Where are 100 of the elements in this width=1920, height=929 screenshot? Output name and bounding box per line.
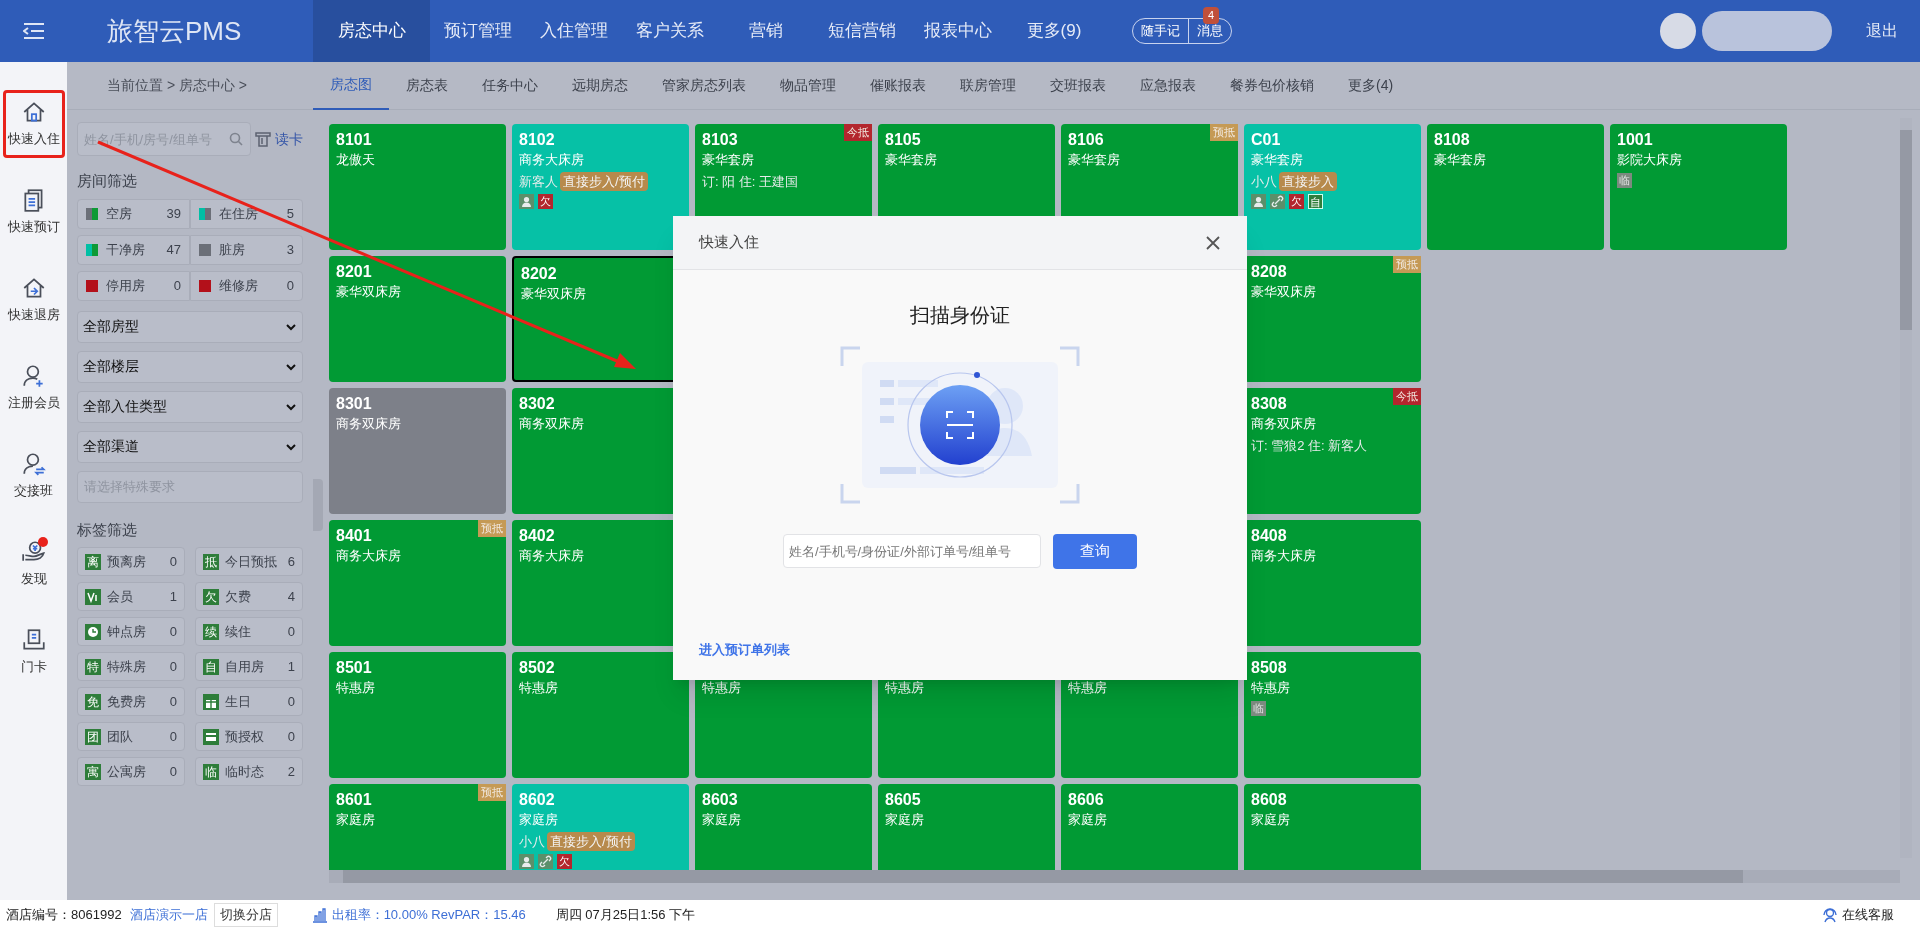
search-icon[interactable] — [229, 132, 243, 146]
side-rail-item[interactable]: 交接班 — [2, 442, 65, 510]
nav-tab[interactable]: 预订管理 — [430, 0, 526, 62]
online-support-link[interactable]: 在线客服 — [1842, 904, 1894, 925]
tag-filter[interactable]: 续 续住 0 — [195, 617, 303, 646]
dropdown[interactable]: 全部入住类型 — [77, 390, 303, 423]
side-rail-item[interactable]: 注册会员 — [2, 354, 65, 422]
filter-chip[interactable]: 空房 39 — [77, 198, 190, 229]
vertical-scrollbar[interactable] — [1900, 118, 1912, 858]
room-number: 8408 — [1251, 526, 1287, 546]
room-number: 8502 — [519, 658, 555, 678]
arrival-badge: 预抵 — [1210, 124, 1238, 141]
dropdown[interactable]: 全部房型 — [77, 310, 303, 343]
tag-glyph: 离 — [85, 553, 101, 570]
room-tile[interactable]: C01 豪华套房 小八 直接步入 欠 自 — [1244, 124, 1421, 250]
room-number: 8101 — [336, 130, 372, 150]
room-tile[interactable]: 8601 家庭房 预抵 — [329, 784, 506, 870]
room-number: 8102 — [519, 130, 555, 150]
nav-tab[interactable]: 报表中心 — [910, 0, 1006, 62]
tag-filter[interactable]: 生日 0 — [195, 687, 303, 716]
tag-filter[interactable]: 自 自用房 1 — [195, 652, 303, 681]
room-tile[interactable]: 8608 家庭房 — [1244, 784, 1421, 870]
room-tile[interactable]: 8102 商务大床房 新客人 直接步入/预付 欠 — [512, 124, 689, 250]
room-tile[interactable]: 1001 影院大床房 临 — [1610, 124, 1787, 250]
tag-filter[interactable]: 特 特殊房 0 — [77, 652, 185, 681]
sub-tab[interactable]: 交班报表 — [1033, 61, 1123, 110]
room-tile[interactable]: 8606 家庭房 — [1061, 784, 1238, 870]
room-tile[interactable]: 8201 豪华双床房 — [329, 256, 506, 382]
sub-tab[interactable]: 餐券包价核销 — [1213, 61, 1331, 110]
guest-name: 小八 — [1251, 172, 1277, 191]
horizontal-scrollbar[interactable] — [329, 870, 1900, 883]
room-type: 商务双床房 — [336, 415, 401, 433]
sub-tab[interactable]: 应急报表 — [1123, 61, 1213, 110]
nav-tab[interactable]: 客户关系 — [622, 0, 718, 62]
dropdown[interactable]: 全部楼层 — [77, 350, 303, 383]
sub-tab[interactable]: 更多(4) — [1331, 61, 1411, 110]
person-icon — [519, 854, 534, 869]
sub-tab[interactable]: 房态表 — [389, 61, 465, 110]
side-rail-item[interactable]: 快速入住 — [2, 90, 65, 158]
room-tile[interactable]: 8401 商务大床房 预抵 — [329, 520, 506, 646]
tag-filter[interactable]: 欠 欠费 4 — [195, 582, 303, 611]
room-tile[interactable]: 8508 特惠房 临 — [1244, 652, 1421, 778]
room-tile[interactable]: 8108 豪华套房 — [1427, 124, 1604, 250]
dialog-heading: 扫描身份证 — [910, 303, 1010, 328]
tag-filter[interactable]: 预授权 0 — [195, 722, 303, 751]
filter-chip[interactable]: 脏房 3 — [190, 234, 303, 265]
read-card-link[interactable]: 读卡 — [275, 128, 303, 150]
side-rail-item[interactable]: 发现 — [2, 530, 65, 598]
room-tile[interactable]: 8408 商务大床房 — [1244, 520, 1421, 646]
room-type: 家庭房 — [1068, 811, 1107, 829]
tag-filter[interactable]: 临 临时态 2 — [195, 757, 303, 786]
sub-tab[interactable]: 任务中心 — [465, 61, 555, 110]
sub-tab[interactable]: 远期房态 — [555, 61, 645, 110]
tag-filter[interactable]: 寓 公寓房 0 — [77, 757, 185, 786]
query-button[interactable]: 查询 — [1053, 534, 1137, 569]
switch-branch-button[interactable]: 切换分店 — [213, 902, 278, 927]
tag-filter[interactable]: 离 预离房 0 — [77, 547, 185, 576]
filter-chip[interactable]: 干净房 47 — [77, 234, 190, 265]
filter-chip[interactable]: 维修房 0 — [190, 270, 303, 301]
side-rail-item[interactable]: 快速退房 — [2, 266, 65, 334]
nav-tab[interactable]: 短信营销 — [814, 0, 910, 62]
close-icon[interactable] — [1205, 234, 1221, 251]
nav-tab[interactable]: 入住管理 — [526, 0, 622, 62]
notes-button[interactable]: 随手记 — [1133, 19, 1189, 43]
hotel-name-link[interactable]: 酒店演示一店 — [129, 904, 208, 925]
tag-filter[interactable]: 钟点房 0 — [77, 617, 185, 646]
status-swatch-icon — [199, 243, 211, 256]
logout-link[interactable]: 退出 — [1866, 19, 1898, 43]
room-tile[interactable]: 8308 商务双床房 订: 雪狼2 住: 新客人 今抵 — [1244, 388, 1421, 514]
link-icon — [538, 854, 553, 869]
room-number: 8601 — [336, 790, 372, 810]
sub-tab[interactable]: 物品管理 — [763, 61, 853, 110]
room-number: 8508 — [1251, 658, 1287, 678]
tag-filter[interactable]: 团 团队 0 — [77, 722, 185, 751]
sub-tab[interactable]: 催账报表 — [853, 61, 943, 110]
room-tile[interactable]: 8301 商务双床房 — [329, 388, 506, 514]
room-tile[interactable]: 8602 家庭房 小八 直接步入/预付 欠 — [512, 784, 689, 870]
room-number: 1001 — [1617, 130, 1653, 150]
nav-tab[interactable]: 营销 — [718, 0, 814, 62]
nav-tab[interactable]: 房态中心 — [313, 0, 430, 62]
sub-tab[interactable]: 管家房态列表 — [645, 61, 763, 110]
tag-filter[interactable]: 抵 今日预抵 6 — [195, 547, 303, 576]
side-rail-item[interactable]: 门卡 — [2, 618, 65, 686]
tag-filter[interactable]: 免 免费房 0 — [77, 687, 185, 716]
room-tile[interactable]: 8605 家庭房 — [878, 784, 1055, 870]
room-tile[interactable]: 8208 豪华双床房 预抵 — [1244, 256, 1421, 382]
sub-tab[interactable]: 联房管理 — [943, 61, 1033, 110]
room-tile[interactable]: 8101 龙傲天 — [329, 124, 506, 250]
dropdown[interactable]: 全部渠道 — [77, 430, 303, 463]
side-rail-item[interactable]: 快速预订 — [2, 178, 65, 246]
room-number: 8605 — [885, 790, 921, 810]
room-tile[interactable]: 8603 家庭房 — [695, 784, 872, 870]
filter-chip[interactable]: 停用房 0 — [77, 270, 190, 301]
nav-tab[interactable]: 更多(9) — [1006, 0, 1102, 62]
room-number: 8106 — [1068, 130, 1104, 150]
user-avatar[interactable] — [1660, 13, 1696, 49]
room-tile[interactable]: 8502 特惠房 — [512, 652, 689, 778]
room-tile[interactable]: 8501 特惠房 — [329, 652, 506, 778]
sub-tab[interactable]: 房态图 — [313, 61, 389, 110]
tag-filter[interactable]: 会员 1 — [77, 582, 185, 611]
